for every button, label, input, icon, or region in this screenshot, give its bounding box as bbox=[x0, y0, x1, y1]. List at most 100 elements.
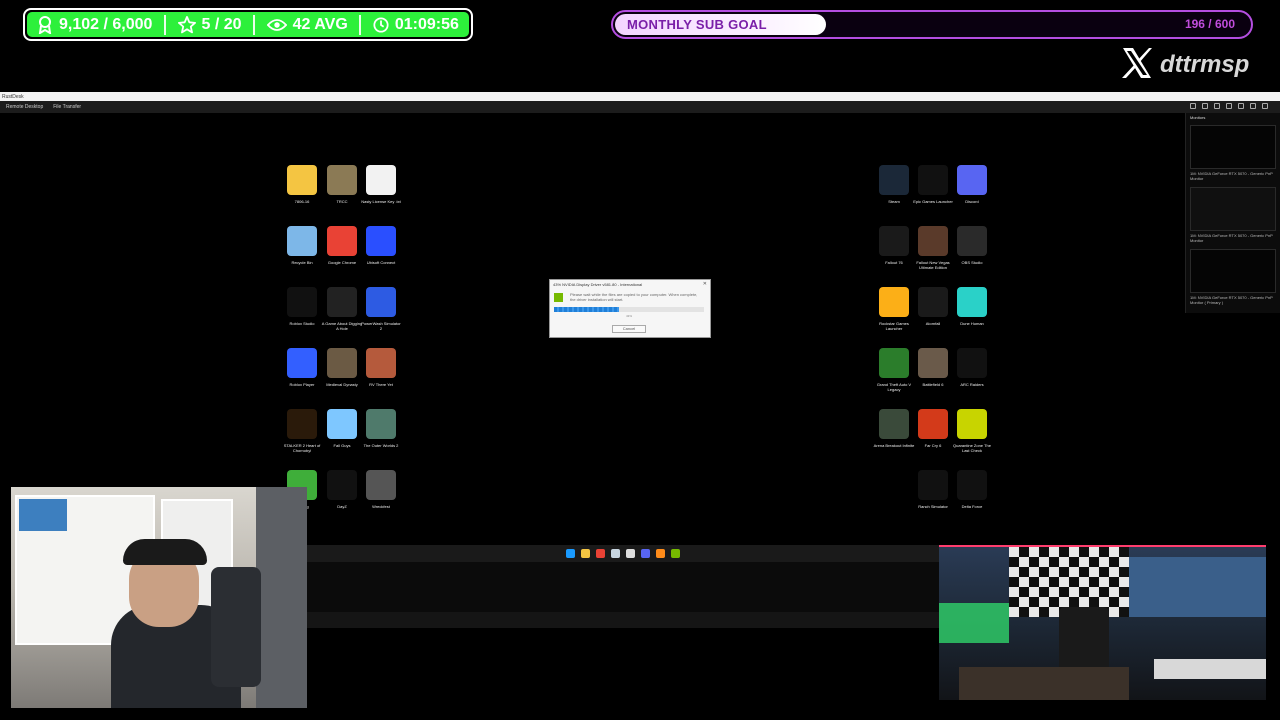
desktop-icon[interactable]: Roblox Player bbox=[281, 348, 323, 387]
remote-window-titlebar[interactable]: RustDesk bbox=[0, 92, 1280, 101]
desktop-icon[interactable]: Grand Theft Auto V Legacy bbox=[873, 348, 915, 392]
desktop-icon-label: The Outer Worlds 2 bbox=[363, 443, 399, 448]
desktop-icon[interactable]: STALKER 2 Heart of Chornobyl bbox=[281, 409, 323, 453]
desktop-icon-label: Delta Force bbox=[961, 504, 983, 509]
social-handle-text: dttrmsp bbox=[1160, 51, 1250, 78]
monitor-label-1: 1M: NVIDIA GeForce RTX 5070 - Generic Pn… bbox=[1190, 171, 1273, 181]
desktop-icon[interactable]: OBS Studio bbox=[951, 226, 993, 265]
app-taskbar-icon[interactable] bbox=[656, 549, 665, 558]
cancel-button[interactable]: Cancel bbox=[612, 325, 646, 333]
medieval-icon bbox=[327, 348, 357, 378]
x-logo-icon bbox=[1120, 46, 1154, 85]
desktop-icon[interactable]: Steam bbox=[873, 165, 915, 204]
desktop-icon[interactable]: RV There Yet bbox=[360, 348, 402, 387]
followers-stat: 9,102 / 6,000 bbox=[37, 15, 152, 34]
desktop-icon[interactable]: Rockstar Games Launcher bbox=[873, 287, 915, 331]
chrome-taskbar-icon[interactable] bbox=[596, 549, 605, 558]
desktop-icon[interactable]: Ubisoft Connect bbox=[360, 226, 402, 265]
file-explorer-icon[interactable] bbox=[581, 549, 590, 558]
tab-remote-desktop[interactable]: Remote Desktop bbox=[6, 104, 43, 110]
monitor-thumbnail-1[interactable] bbox=[1190, 125, 1276, 169]
desktop-icon[interactable]: The Outer Worlds 2 bbox=[360, 409, 402, 448]
display-settings-icon[interactable] bbox=[1190, 103, 1196, 109]
desktop-icon[interactable]: DayZ bbox=[321, 470, 363, 509]
discord-taskbar-icon[interactable] bbox=[641, 549, 650, 558]
monitor-thumbnail-2[interactable] bbox=[1190, 187, 1276, 231]
obs-taskbar-icon[interactable] bbox=[626, 549, 635, 558]
gta-icon bbox=[879, 348, 909, 378]
tab-file-transfer[interactable]: File Transfer bbox=[53, 104, 81, 110]
delta-force-icon bbox=[957, 470, 987, 500]
screenshot-icon[interactable] bbox=[1226, 103, 1232, 109]
desktop-icon-label: A Game About Digging A Hole bbox=[321, 321, 363, 331]
desktop-icon-label: Fallout 76 bbox=[885, 260, 903, 265]
desktop-icon-label: Battlefield 6 bbox=[922, 382, 944, 387]
desktop-icon-label: Atomfall bbox=[925, 321, 941, 326]
roblox-studio-icon bbox=[287, 287, 317, 317]
desktop-icon[interactable]: Quarantine Zone The Last Check bbox=[951, 409, 993, 453]
viewers-stat: 42 AVG bbox=[266, 16, 348, 34]
desktop-icon[interactable]: Ranch Simulator bbox=[912, 470, 954, 509]
start-icon[interactable] bbox=[566, 549, 575, 558]
chat-icon[interactable] bbox=[1214, 103, 1220, 109]
record-icon[interactable] bbox=[1238, 103, 1244, 109]
desktop-icon[interactable]: Wreckfest bbox=[360, 470, 402, 509]
desktop-icon[interactable]: ARC Raiders bbox=[951, 348, 993, 387]
desktop-icon[interactable]: Delta Force bbox=[951, 470, 993, 509]
close-icon[interactable]: ✕ bbox=[703, 281, 707, 287]
wall-panel bbox=[256, 487, 307, 708]
close-session-icon[interactable] bbox=[1262, 103, 1268, 109]
ranch-icon bbox=[918, 470, 948, 500]
desktop-icon[interactable]: Far Cry 6 bbox=[912, 409, 954, 448]
wreckfest-icon bbox=[366, 470, 396, 500]
desktop-icon[interactable]: Nasty License Key .txt bbox=[360, 165, 402, 204]
desktop-icon[interactable]: Discord bbox=[951, 165, 993, 204]
roblox-player-icon bbox=[287, 348, 317, 378]
desktop-icon[interactable]: Google Chrome bbox=[321, 226, 363, 265]
desktop-icon-label: Ranch Simulator bbox=[918, 504, 948, 509]
steam-taskbar-icon[interactable] bbox=[611, 549, 620, 558]
desktop-icon[interactable]: Fallout New Vegas Ultimate Edition bbox=[912, 226, 954, 270]
monitor-thumbnail-3[interactable] bbox=[1190, 249, 1276, 293]
desktop-icon-label: Roblox Studio bbox=[289, 321, 315, 326]
desktop-icon-label: Discord bbox=[965, 199, 979, 204]
desktop-icon[interactable]: Roblox Studio bbox=[281, 287, 323, 326]
desktop-icon[interactable]: Fall Guys bbox=[321, 409, 363, 448]
desktop-icon[interactable]: TRCC bbox=[321, 165, 363, 204]
text-file-icon bbox=[366, 165, 396, 195]
desktop-icon[interactable]: Fallout 76 bbox=[873, 226, 915, 265]
stalker-icon bbox=[287, 409, 317, 439]
desktop-icon-label: Steam bbox=[888, 199, 900, 204]
install-progress-fill bbox=[554, 307, 619, 312]
desktop-icon[interactable]: PowerWash Simulator 2 bbox=[360, 287, 402, 331]
ubisoft-icon bbox=[366, 226, 396, 256]
desktop-icon[interactable]: Battlefield 6 bbox=[912, 348, 954, 387]
desktop-icon-label: Recycle Bin bbox=[291, 260, 313, 265]
desktop-icon-label: Fall Guys bbox=[333, 443, 351, 448]
stars-stat: 5 / 20 bbox=[177, 15, 242, 34]
desktop-icon[interactable]: 7806-16 bbox=[281, 165, 323, 204]
desktop-icon[interactable]: Recycle Bin bbox=[281, 226, 323, 265]
nvidia-taskbar-icon[interactable] bbox=[671, 549, 680, 558]
arena-icon bbox=[879, 409, 909, 439]
uptime-value: 01:09:56 bbox=[394, 15, 459, 33]
green-desk-light bbox=[939, 603, 1009, 643]
streamer-cap bbox=[123, 539, 207, 565]
chrome-icon bbox=[327, 226, 357, 256]
desktop-icon-label: TRCC bbox=[336, 199, 348, 204]
discord-icon bbox=[957, 165, 987, 195]
fullscreen-icon[interactable] bbox=[1250, 103, 1256, 109]
desktop-icon[interactable]: Atomfall bbox=[912, 287, 954, 326]
desktop-icon-label: Dune Human bbox=[960, 321, 984, 326]
desktop-icon[interactable]: Arena Breakout Infinite bbox=[873, 409, 915, 448]
trcc-icon bbox=[327, 165, 357, 195]
webcam-room bbox=[939, 545, 1266, 700]
quarantine-icon bbox=[957, 409, 987, 439]
desktop-icon[interactable]: Dune Human bbox=[951, 287, 993, 326]
eye-icon bbox=[266, 18, 287, 32]
desktop-icon-label: Wreckfest bbox=[372, 504, 390, 509]
desktop-icon[interactable]: A Game About Digging A Hole bbox=[321, 287, 363, 331]
keyboard-icon[interactable] bbox=[1202, 103, 1208, 109]
desktop-icon[interactable]: Epic Games Launcher bbox=[912, 165, 954, 204]
desktop-icon[interactable]: Medieval Dynasty bbox=[321, 348, 363, 387]
